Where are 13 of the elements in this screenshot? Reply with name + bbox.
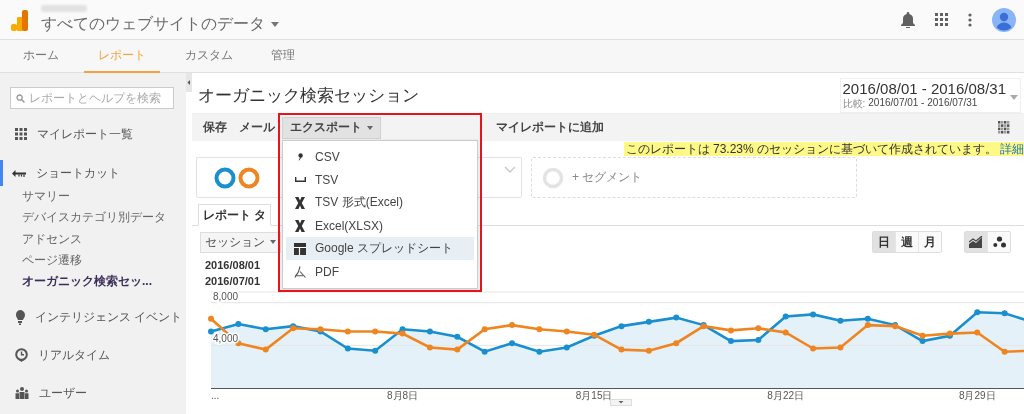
report-title: オーガニック検索セッション xyxy=(198,84,419,107)
legend-label: 2016/07/01 xyxy=(205,275,261,288)
legend-label: 2016/08/01 xyxy=(205,259,261,272)
compare-range: 2016/07/01 - 2016/07/31 xyxy=(868,97,978,110)
axis-tick-label: 8月29日 xyxy=(958,390,996,401)
axis-tick-label: ... xyxy=(211,390,220,401)
axis-tick-label: 8,000 xyxy=(213,290,239,302)
compare-label: 比較: xyxy=(842,97,866,111)
sampling-notice: このレポートは 73.23% のセッションに基づいて作成されています。 詳細 xyxy=(623,142,1024,156)
axis-tick-label: 8月22日 xyxy=(767,390,805,401)
axis-tick-label: 8月15日 xyxy=(575,390,613,401)
date-range: 2016/08/01 - 2016/08/31 xyxy=(842,80,1006,97)
axis-tick-label: 8月8日 xyxy=(387,390,419,401)
